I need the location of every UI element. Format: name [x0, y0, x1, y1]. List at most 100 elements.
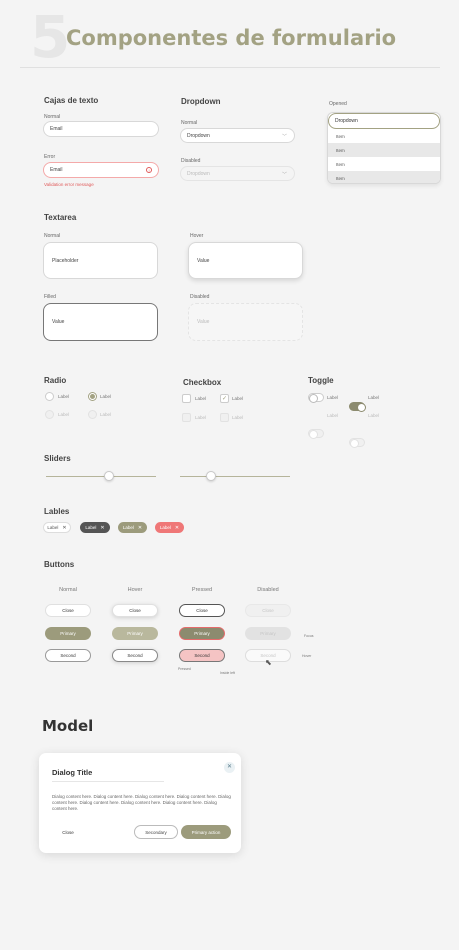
labels-heading: Lables [44, 507, 70, 516]
dropdown-option[interactable]: Item [328, 157, 440, 171]
label-chip-text: Label [47, 525, 59, 530]
toggle-label: Label [327, 395, 339, 400]
textarea-filled[interactable]: Value [43, 303, 158, 341]
dropdown-normal-value: Dropdown [187, 132, 210, 139]
slider-track [46, 476, 156, 477]
close-icon[interactable]: ✕ [224, 762, 235, 773]
toggle-label: Label [368, 395, 380, 400]
primary-button[interactable]: Primary [45, 627, 91, 640]
dialog-divider [52, 781, 164, 782]
dialog-primary-button[interactable]: Primary action [181, 825, 231, 839]
dialog-secondary-button[interactable]: Secondary [134, 825, 178, 839]
close-button[interactable]: Close [45, 604, 91, 617]
check-icon: ✓ [221, 396, 228, 402]
dropdown-opened[interactable]: Dropdown Item Item Item Item [327, 112, 441, 184]
toggle-label: Label [368, 413, 380, 418]
model-heading: Model [42, 717, 94, 735]
dialog: Dialog Title ✕ Dialog content here. Dial… [39, 753, 241, 853]
cursor-icon: ⬉ [265, 658, 272, 667]
sliders-heading: Sliders [44, 454, 71, 463]
input-error-label: Error [44, 154, 56, 160]
close-button-hover[interactable]: Close [112, 604, 158, 617]
textarea-heading: Textarea [44, 213, 77, 222]
column-header-pressed: Pressed [191, 587, 213, 593]
section-number: 5 [30, 3, 71, 71]
chevron-down-icon: ﹀ [281, 134, 287, 140]
textarea-disabled-label: Disabled [190, 294, 210, 300]
label-chip-text: Label [159, 525, 171, 530]
textarea-normal[interactable]: Placeholder [43, 242, 158, 279]
textarea-normal-label: Normal [44, 233, 61, 239]
validation-error-message: Validation error message [44, 182, 94, 187]
primary-button-hover[interactable]: Primary [112, 627, 158, 640]
radio-button-disabled [45, 410, 54, 419]
checkbox-label: Label [232, 396, 244, 401]
email-field-error[interactable]: Email ! [43, 162, 159, 178]
second-button-hover[interactable]: Second [112, 649, 158, 662]
slider-thumb[interactable] [103, 471, 114, 481]
dropdown-opened-label: Opened [329, 101, 347, 107]
slider-thumb[interactable] [205, 471, 216, 481]
email-field-normal[interactable]: Email [43, 121, 159, 137]
dropdown-option[interactable]: Item [328, 129, 440, 143]
slider[interactable] [46, 471, 156, 481]
toggle-off[interactable] [308, 393, 324, 403]
close-button-pressed[interactable]: Close [179, 604, 225, 617]
checkbox-disabled [182, 413, 191, 422]
dropdown-option[interactable]: Item [328, 143, 440, 157]
label-chip-dark[interactable]: Label ✕ [80, 522, 110, 533]
close-icon[interactable]: ✕ [100, 525, 104, 531]
label-chip-text: Label [122, 525, 134, 530]
dropdown-normal[interactable]: Dropdown ﹀ [180, 128, 295, 143]
column-header-disabled: Disabled [257, 587, 279, 593]
toggle-disabled [349, 438, 365, 448]
dialog-close-button[interactable]: Close [52, 825, 84, 839]
close-icon[interactable]: ✕ [175, 525, 179, 531]
radio-label: Label [58, 412, 70, 417]
radio-label: Label [100, 412, 112, 417]
toggle-on[interactable] [349, 402, 366, 412]
pressed-annotation: Pressed [178, 667, 191, 671]
checkbox-label: Label [195, 396, 207, 401]
dropdown-opened-field[interactable]: Dropdown [328, 113, 440, 129]
textarea-filled-value: Value [52, 319, 65, 325]
input-normal-label: Normal [44, 114, 61, 120]
radio-label: Label [58, 394, 70, 399]
page-title: Componentes de formulario [66, 26, 397, 50]
column-header-normal: Normal [59, 587, 77, 593]
focus-annotation: Focus [304, 634, 314, 638]
chevron-down-icon: ﹀ [281, 172, 287, 178]
dropdown-option[interactable]: Item [328, 171, 440, 183]
label-chip[interactable]: Label ✕ [43, 522, 71, 533]
dialog-title: Dialog Title [52, 768, 93, 777]
toggle-label: Label [327, 413, 339, 418]
radio-button-selected[interactable] [88, 392, 97, 401]
email-field-value: Email [50, 126, 63, 132]
slider[interactable] [180, 471, 290, 481]
radio-button-disabled [88, 410, 97, 419]
toggle-disabled [308, 429, 324, 439]
label-chip-error[interactable]: Label ✕ [155, 522, 184, 533]
primary-button-pressed[interactable]: Primary [179, 627, 225, 640]
column-header-hover: Hover [127, 587, 143, 593]
close-icon[interactable]: ✕ [62, 525, 66, 531]
second-button[interactable]: Second [45, 649, 91, 662]
radio-button[interactable] [45, 392, 54, 401]
dropdown-opened-value: Dropdown [335, 118, 358, 124]
textarea-hover[interactable]: Value [188, 242, 303, 279]
checkbox-heading: Checkbox [183, 378, 222, 387]
buttons-heading: Buttons [44, 560, 75, 569]
checkbox[interactable] [182, 394, 191, 403]
dropdown-disabled: Dropdown ﹀ [180, 166, 295, 181]
label-chip-accent[interactable]: Label ✕ [118, 522, 147, 533]
checkbox-label: Label [232, 415, 244, 420]
radio-heading: Radio [44, 376, 67, 385]
hover-annotation: Hover [302, 654, 312, 658]
dialog-body: Dialog content here. Dialog content here… [52, 794, 231, 811]
checkbox-checked[interactable]: ✓ [220, 394, 229, 403]
second-button-pressed[interactable]: Second [179, 649, 225, 662]
close-icon[interactable]: ✕ [138, 525, 142, 531]
textarea-disabled-value: Value [197, 319, 210, 325]
radio-label: Label [100, 394, 112, 399]
dropdown-disabled-value: Dropdown [187, 170, 210, 177]
